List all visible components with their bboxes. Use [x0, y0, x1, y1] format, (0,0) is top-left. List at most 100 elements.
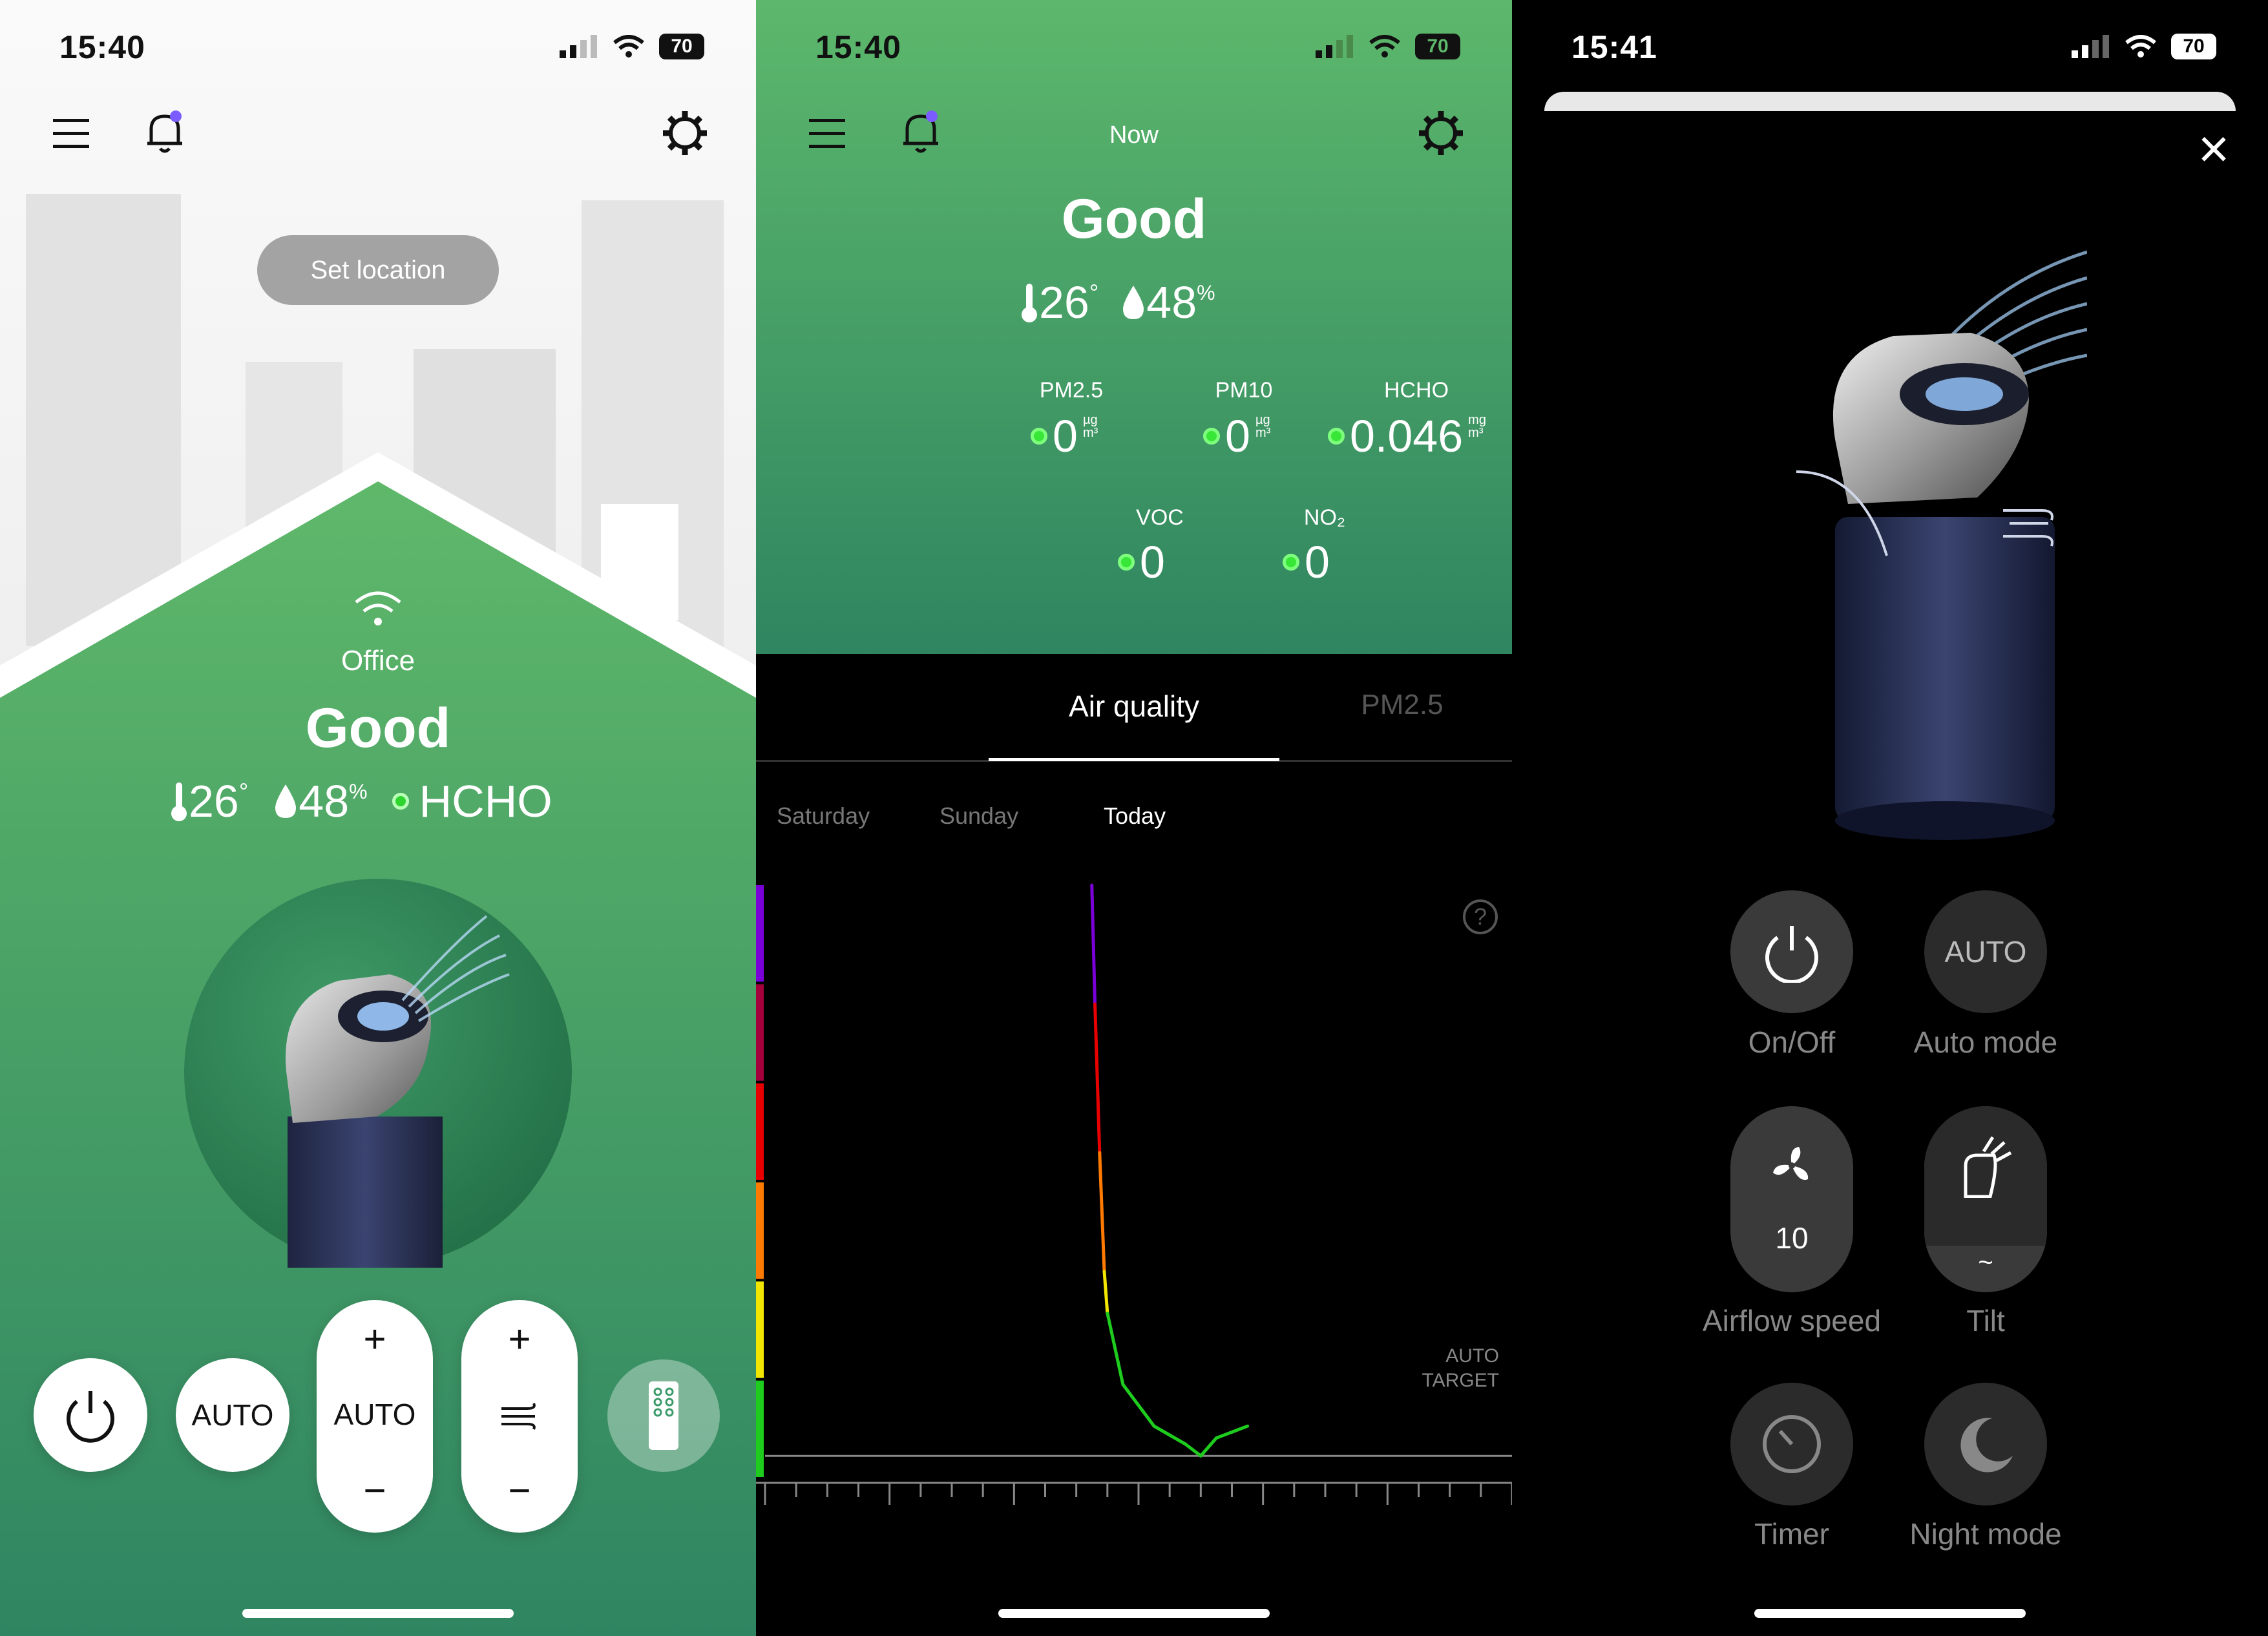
night-mode-button[interactable]	[1924, 1383, 2047, 1505]
series-line-segment	[1183, 1442, 1202, 1458]
status-icons: 70	[2072, 34, 2216, 59]
power-button-label: On/Off	[1748, 1025, 1836, 1059]
quality-scale-band	[756, 984, 764, 1081]
purifier-image	[1796, 250, 2087, 840]
status-time: 15:40	[59, 29, 145, 65]
humidity-value: 48	[1146, 277, 1197, 328]
series-line-segment	[1093, 1002, 1102, 1155]
humidity-unit: %	[349, 779, 368, 803]
purifier-image[interactable]	[183, 877, 573, 1268]
auto-mode-button[interactable]: AUTO	[1924, 890, 2047, 1013]
status-dot-icon	[1118, 554, 1135, 571]
status-time: 15:41	[1571, 29, 1657, 65]
metric-label-no2: NO₂	[1303, 505, 1346, 530]
metric-no2: 0	[1283, 536, 1330, 588]
humidity-unit: %	[1197, 280, 1215, 304]
air-quality-status: Good	[305, 697, 451, 759]
fan-icon	[1773, 1147, 1809, 1180]
humidity-drop-icon	[275, 784, 297, 818]
metric-unit-bottom: m³	[1468, 426, 1484, 440]
status-bar: 15:40 70	[0, 0, 756, 97]
timer-icon	[1763, 1415, 1821, 1473]
metric-label-hcho: HCHO	[1383, 378, 1449, 403]
metric-hcho: 0.046 mg m³	[1328, 410, 1486, 462]
series-line-segment	[1121, 1383, 1156, 1428]
tilt-button[interactable]: ~	[1924, 1106, 2047, 1292]
quality-scale-band	[756, 1083, 764, 1180]
air-quality-chart: 04:0008:0016:0020:00	[756, 883, 1512, 1505]
airflow-speed-value: 10	[1775, 1221, 1809, 1255]
wifi-icon	[613, 35, 644, 58]
power-button[interactable]	[34, 1358, 147, 1472]
metric-value-no2: 0	[1305, 537, 1330, 587]
battery-icon: 70	[2171, 34, 2216, 59]
tab-active-indicator	[989, 758, 1279, 761]
power-icon	[1765, 926, 1818, 983]
airflow-plus-button[interactable]: +	[461, 1317, 578, 1361]
auto-stepper: + AUTO −	[317, 1300, 433, 1533]
airflow-minus-button[interactable]: −	[461, 1468, 578, 1513]
menu-icon[interactable]	[809, 115, 845, 151]
settings-gear-icon[interactable]	[1418, 110, 1464, 156]
settings-gear-icon[interactable]	[662, 110, 708, 156]
auto-mode-button[interactable]: AUTO	[176, 1358, 289, 1472]
day-today[interactable]: Today	[1104, 802, 1166, 830]
auto-stepper-plus-button[interactable]: +	[317, 1317, 433, 1361]
wifi-icon	[1369, 35, 1400, 58]
status-bar: 15:41 70	[1512, 0, 2268, 97]
temperature-value: 26	[1039, 277, 1089, 328]
thermometer-icon	[171, 782, 187, 821]
metric-label-voc: VOC	[1136, 505, 1184, 530]
series-line-segment	[1098, 1151, 1106, 1274]
metric-label-pm25: PM2.5	[1039, 378, 1104, 403]
temperature-value: 26	[189, 776, 239, 826]
auto-stepper-label: AUTO	[333, 1398, 416, 1431]
temperature-unit: °	[1089, 279, 1099, 306]
close-icon[interactable]: ×	[2188, 121, 2240, 176]
status-bar: 15:40 70	[756, 0, 1512, 97]
notifications-bell-icon[interactable]	[143, 110, 186, 155]
metric-unit-bottom: m³	[1255, 426, 1271, 440]
metric-value-hcho: 0.046	[1350, 411, 1464, 461]
remote-control-button[interactable]	[607, 1359, 720, 1472]
home-indicator	[998, 1609, 1270, 1618]
wifi-connected-icon	[355, 591, 401, 625]
status-dot-icon	[1328, 428, 1345, 445]
set-location-button[interactable]: Set location	[257, 235, 499, 305]
day-sunday[interactable]: Sunday	[940, 802, 1018, 830]
series-line-segment	[1090, 883, 1097, 1006]
status-icons: 70	[560, 34, 704, 59]
metric-value-pm25: 0	[1053, 411, 1078, 461]
timer-button[interactable]	[1730, 1383, 1853, 1505]
power-button[interactable]	[1730, 890, 1853, 1013]
home-indicator	[242, 1609, 514, 1618]
home-screen: 15:40 70 Set location Office Good 26 ° 48…	[0, 0, 756, 1636]
moon-icon	[1960, 1418, 2013, 1473]
room-name: Office	[341, 645, 415, 676]
series-line-segment	[1102, 1270, 1109, 1315]
wifi-icon	[2125, 35, 2156, 58]
remote-icon	[649, 1381, 678, 1450]
tab-pm25[interactable]: PM2.5	[1312, 689, 1493, 721]
air-quality-status: Good	[1061, 188, 1207, 250]
notifications-bell-icon[interactable]	[899, 110, 942, 155]
battery-icon: 70	[1415, 34, 1460, 59]
signal-icon	[560, 35, 597, 58]
metric-voc: 0	[1118, 536, 1165, 588]
tilt-value: ~	[1978, 1248, 1993, 1277]
airflow-speed-button[interactable]: 10	[1730, 1106, 1853, 1292]
auto-mode-label: Auto mode	[1913, 1025, 2058, 1059]
series-line-segment	[1199, 1436, 1218, 1458]
thermometer-icon	[1022, 284, 1037, 322]
day-saturday[interactable]: Saturday	[777, 802, 870, 830]
status-dot-icon	[1203, 428, 1220, 445]
menu-icon[interactable]	[53, 115, 89, 151]
series-line-segment	[1106, 1311, 1125, 1387]
status-dot-icon	[1283, 554, 1299, 571]
auto-stepper-minus-button[interactable]: −	[317, 1468, 433, 1513]
pollutant-label: HCHO	[419, 776, 552, 826]
tilt-icon	[1964, 1136, 2012, 1198]
tab-air-quality[interactable]: Air quality	[989, 689, 1279, 724]
air-quality-detail-screen: 15:40 70 Now Good 26 ° 48% PM2.5 0 µg m³ PM…	[756, 0, 1512, 1636]
metric-value-pm10: 0	[1225, 411, 1250, 461]
